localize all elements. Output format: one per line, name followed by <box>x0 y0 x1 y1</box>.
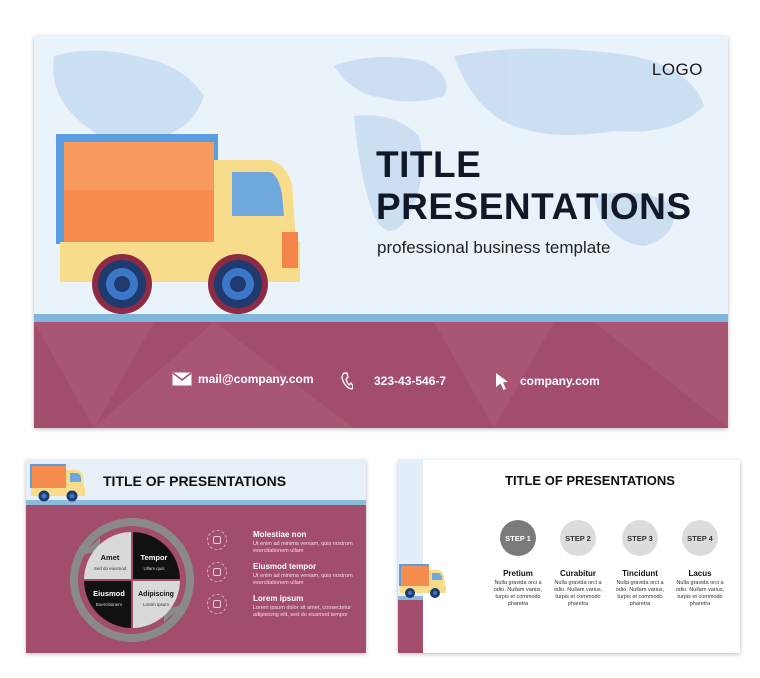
step-3: STEP 3 Tincidunt Nulla gravida orci a od… <box>609 520 671 608</box>
cloud-icon <box>207 562 227 582</box>
phone-icon <box>341 372 353 390</box>
cycle-sub-eiusmod: Exercitionem <box>96 602 122 607</box>
cursor-icon <box>496 373 508 390</box>
front-wheel <box>92 254 152 314</box>
item-heading: Eiusmod tempor <box>253 562 317 571</box>
step-badge: STEP 1 <box>500 520 536 556</box>
cycle-label-amet: Amet <box>101 553 120 562</box>
slide-title: TITLE OF PRESENTATIONS <box>505 473 675 488</box>
truck-icon <box>30 464 85 502</box>
step-badge: STEP 4 <box>682 520 718 556</box>
envelope-icon <box>172 372 192 386</box>
step-2: STEP 2 Curabitur Nulla gravida orci a od… <box>547 520 609 608</box>
calendar-icon <box>207 594 227 614</box>
item-body: Lorem ipsum dolor sit amet, consectetur … <box>253 605 351 618</box>
cycle-label-adipiscing: Adipiscing <box>138 591 174 598</box>
step-4: STEP 4 Lacus Nulla gravida orci a odio. … <box>669 520 731 608</box>
step-badge: STEP 3 <box>622 520 658 556</box>
side-band <box>398 600 423 653</box>
phone-text: 323-43-546-7 <box>374 374 447 388</box>
page-title: TITLE PRESENTATIONS <box>376 144 692 228</box>
divider-strip <box>34 314 728 322</box>
website-text: company.com <box>520 374 600 388</box>
item-heading: Molestiae non <box>253 530 307 539</box>
step-description: Nulla gravida orci a odio. Nullam varius… <box>615 580 665 607</box>
cab-light <box>282 232 298 268</box>
step-description: Nulla gravida orci a odio. Nullam varius… <box>553 580 603 607</box>
cycle-diagram: Amet Sed do eiusmod Tempor Ullam quis Ad… <box>70 518 194 642</box>
item-body: Ut enim ad minima veniam, quis nostrum e… <box>253 573 353 586</box>
steps-slide-thumbnail[interactable]: TITLE OF PRESENTATIONS STEP 1 Pretium Nu… <box>398 460 740 653</box>
cycle-slide-thumbnail[interactable]: TITLE OF PRESENTATIONS Amet Sed do eiusm… <box>26 460 366 653</box>
slide-title: TITLE OF PRESENTATIONS <box>103 473 287 489</box>
website-contact[interactable]: company.com <box>495 372 600 390</box>
step-description: Nulla gravida orci a odio. Nullam varius… <box>675 580 725 607</box>
step-name: Pretium <box>503 569 533 578</box>
step-description: Nulla gravida orci a odio. Nullam varius… <box>493 580 543 607</box>
eye-icon <box>207 530 227 550</box>
title-line-1: TITLE <box>376 144 482 185</box>
cycle-label-tempor: Tempor <box>141 553 168 562</box>
item-body: Ut enim ad minima veniam, quis nostrum e… <box>253 541 353 554</box>
logo-text: LOGO <box>651 60 703 79</box>
cycle-sub-adipiscing: Lorem ipsum <box>143 602 169 607</box>
step-1: STEP 1 Pretium Nulla gravida orci a odio… <box>487 520 549 608</box>
item-heading: Lorem ipsum <box>253 594 304 603</box>
step-badge: STEP 2 <box>560 520 596 556</box>
title-line-2: PRESENTATIONS <box>376 186 692 227</box>
cab-window <box>232 172 284 216</box>
rear-wheel <box>208 254 268 314</box>
cycle-label-eiusmod: Eiusmod <box>93 589 125 598</box>
email-contact[interactable]: mail@company.com <box>172 372 314 386</box>
email-text: mail@company.com <box>198 372 314 386</box>
cycle-sub-amet: Sed do eiusmod <box>94 566 127 571</box>
step-name: Tincidunt <box>622 569 658 578</box>
main-slide[interactable]: LOGO TITLE PRESENTATIONS professional bu… <box>34 36 728 428</box>
phone-contact[interactable]: 323-43-546-7 <box>341 372 446 390</box>
step-name: Curabitur <box>560 569 596 578</box>
subtitle: professional business template <box>377 238 611 257</box>
cycle-sub-tempor: Ullam quis <box>143 566 165 571</box>
truck-illustration <box>56 134 300 314</box>
step-name: Lacus <box>688 569 712 578</box>
truck-icon <box>399 564 446 598</box>
